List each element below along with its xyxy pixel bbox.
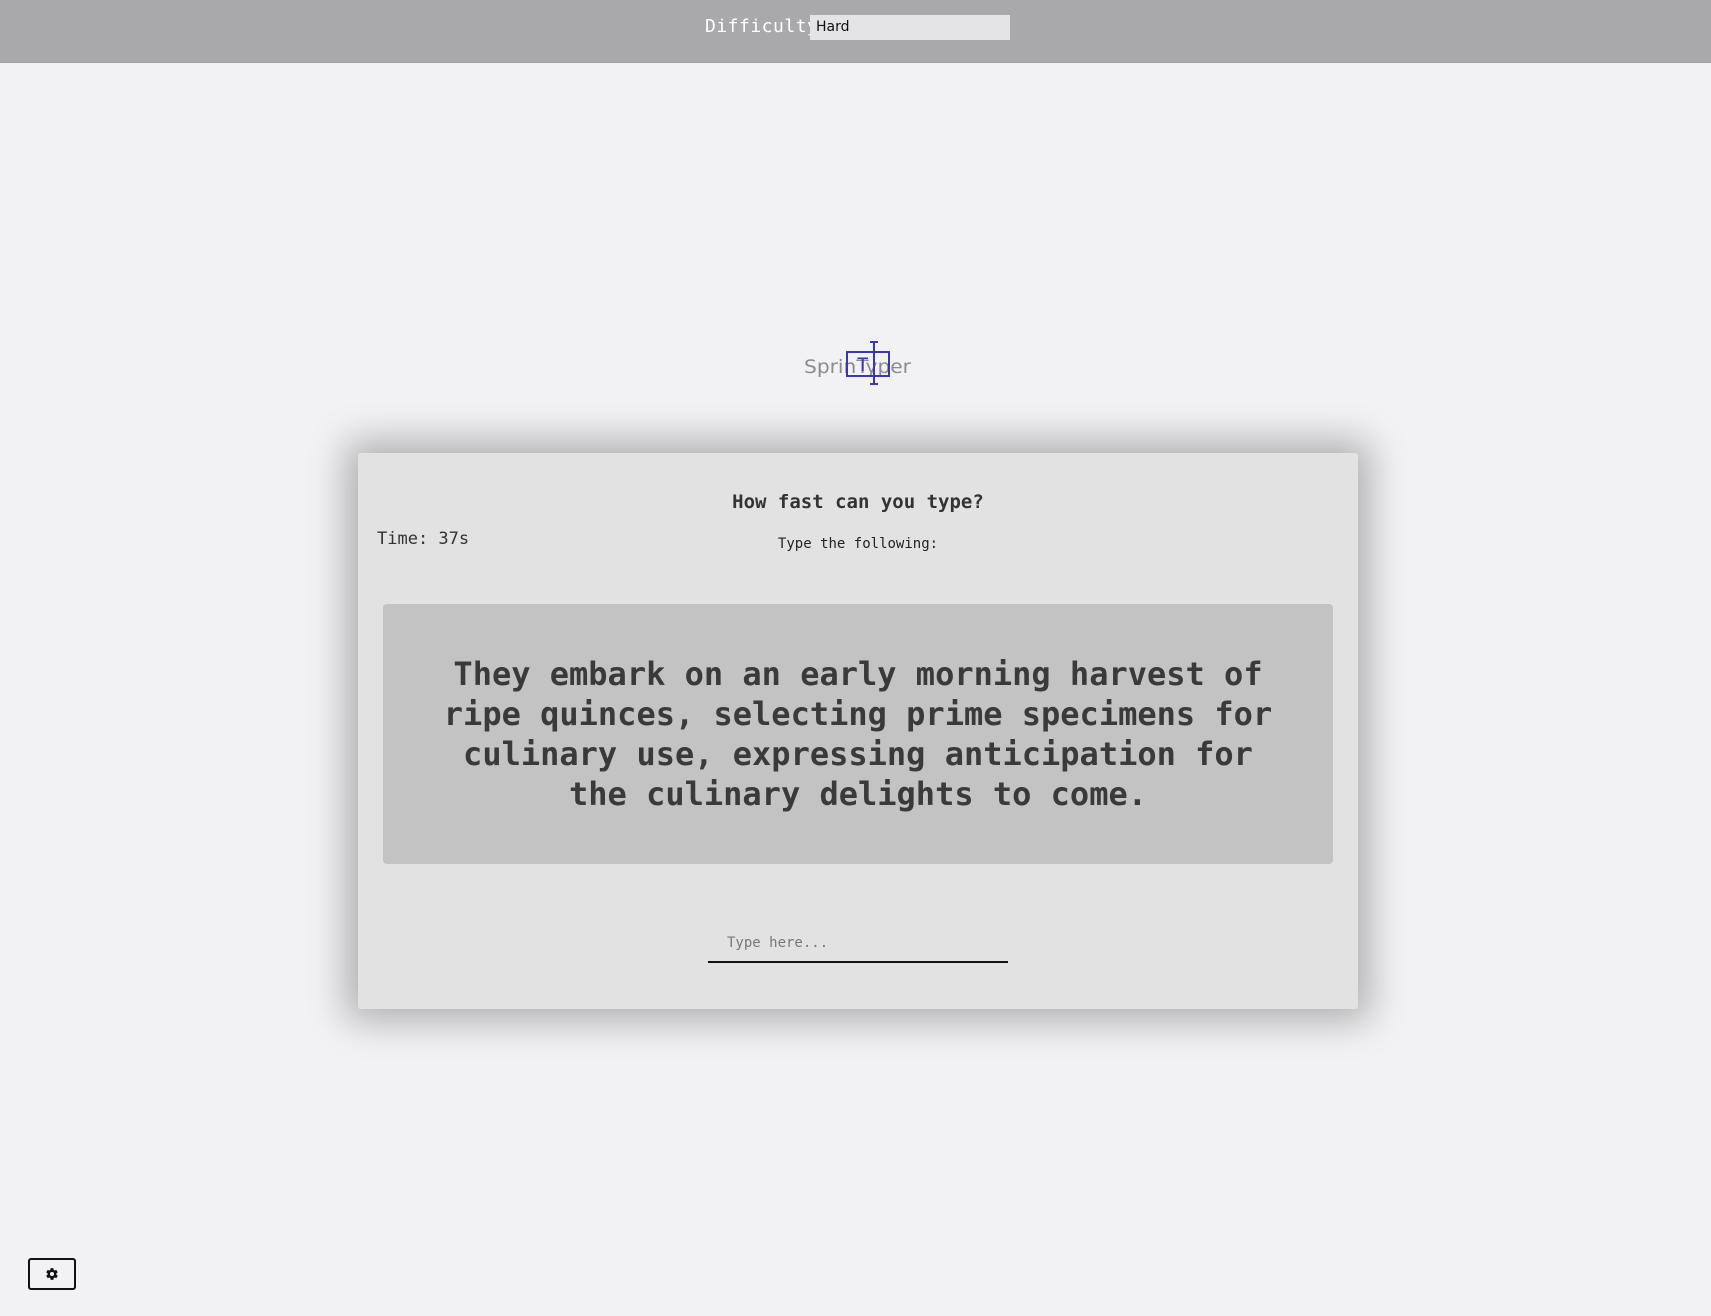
instruction-text: Type the following: [777,536,939,552]
typing-card: How fast can you type? Time: 37s Type th… [358,453,1358,1009]
difficulty-label: Difficulty [705,16,819,37]
svg-text:T: T [857,354,868,376]
top-bar: Difficulty Hard [0,0,1711,63]
difficulty-select[interactable]: Hard [810,15,1010,40]
passage-box: They embark on an early morning harvest … [383,604,1333,864]
gear-icon [46,1268,58,1280]
card-title: How fast can you type? [732,491,984,513]
settings-button[interactable] [28,1258,76,1290]
passage-text: They embark on an early morning harvest … [443,655,1273,813]
app-logo: SprinTyper T [804,341,911,385]
typing-input[interactable] [708,925,1008,963]
